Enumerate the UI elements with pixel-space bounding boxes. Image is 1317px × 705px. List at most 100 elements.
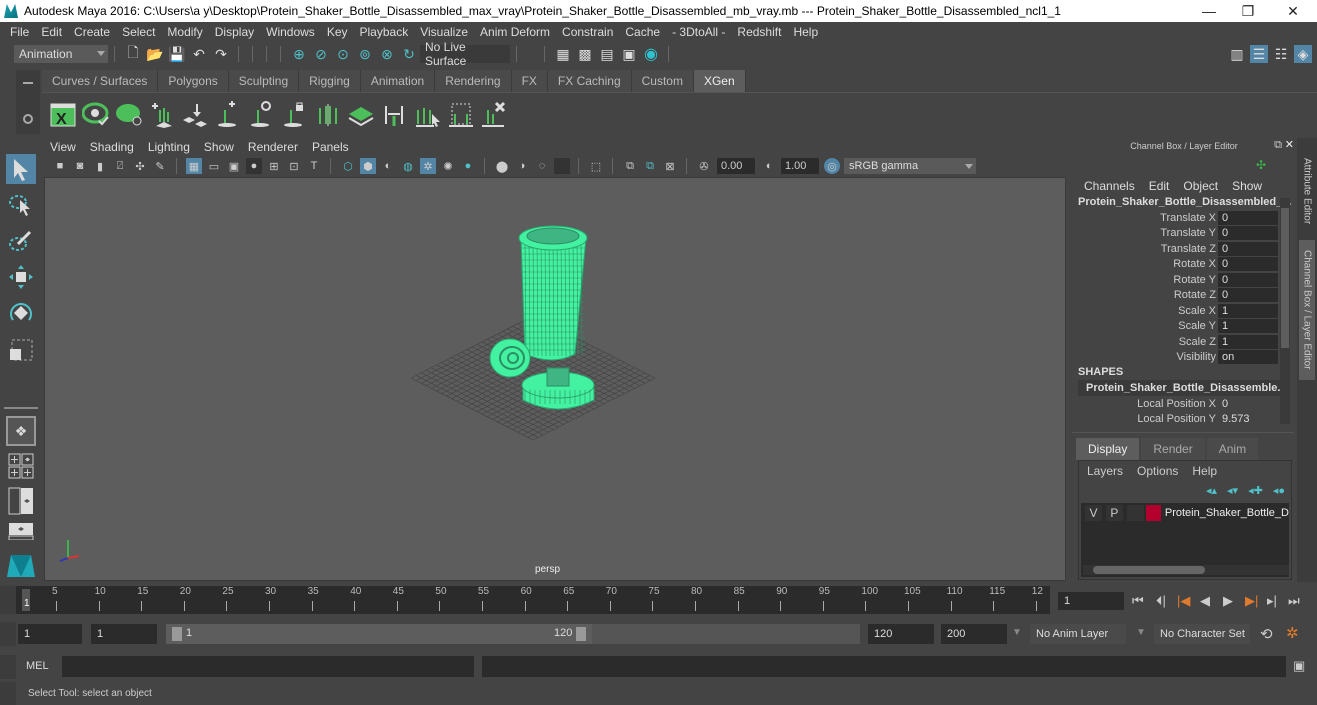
move-layer-up-icon[interactable]: ◂▴ [1206,484,1217,497]
viewport-menu-shading[interactable]: Shading [90,140,134,154]
2d-pan-zoom-icon[interactable]: ✣ [132,158,148,174]
shape-name[interactable]: Protein_Shaker_Bottle_Disassemble... [1078,380,1287,396]
render-current-frame-icon[interactable]: ▩ [576,45,594,63]
layer-menu-help[interactable]: Help [1192,464,1217,478]
animation-preferences-icon[interactable]: ✲ [1286,624,1299,642]
layer-color-swatch[interactable] [1145,505,1161,521]
layer-display-type-toggle[interactable] [1126,505,1144,521]
color-management-icon[interactable]: ◎ [824,158,840,174]
image-plane-icon[interactable]: ⍁ [112,158,128,174]
viewport-persp[interactable]: persp [44,177,1066,581]
render-settings-icon[interactable]: ▣ [620,45,638,63]
attribute-editor-toggle-icon[interactable]: ☰ [1250,45,1268,63]
guide-length-icon[interactable] [378,98,410,130]
undo-icon[interactable]: ↶ [190,45,208,63]
xray-components-icon[interactable]: ⊠ [662,158,678,174]
viewport-menu-show[interactable]: Show [204,140,234,154]
channel-translate-z[interactable]: Translate Z0 [1072,241,1296,257]
delete-guides-icon[interactable] [445,98,477,130]
channel-translate-x[interactable]: Translate X0 [1072,210,1296,226]
wireframe-icon[interactable]: ⬡ [340,158,356,174]
channel-translate-y[interactable]: Translate Y0 [1072,226,1296,242]
script-editor-icon[interactable]: ▣ [1293,658,1305,674]
bookmark-icon[interactable]: ▮ [92,158,108,174]
show-guides-icon[interactable] [246,98,278,130]
field-chart-icon[interactable]: ⊞ [266,158,282,174]
command-input[interactable] [62,656,474,677]
animation-end-field[interactable]: 200 [941,624,1007,644]
maximize-button[interactable]: ❐ [1225,0,1271,22]
channel-box-toggle-icon[interactable]: ◈ [1294,45,1312,63]
character-set-field[interactable]: No Character Set [1154,624,1250,644]
place-guides-icon[interactable] [179,98,211,130]
add-guide-icon[interactable] [213,98,245,130]
shelf-tab-rendering[interactable]: Rendering [435,70,512,92]
menu-file[interactable]: File [4,25,35,39]
channel-value[interactable]: 1 [1218,319,1278,334]
gate-mask-icon[interactable]: ● [246,158,262,174]
new-layer-selected-icon[interactable]: ◂● [1273,484,1285,497]
menu-cache[interactable]: Cache [619,25,666,39]
grid-icon[interactable]: ▦ [186,158,202,174]
shelf-collapse-icon[interactable] [23,82,33,84]
shelf-tab-xgen[interactable]: XGen [693,70,746,92]
lasso-tool-icon[interactable] [6,190,36,220]
paint-select-tool-icon[interactable] [6,226,36,256]
channel-value[interactable]: 0 [1218,257,1278,272]
exposure-field[interactable]: 0.00 [717,158,755,174]
cb-menu-channels[interactable]: Channels [1084,179,1135,193]
object-name[interactable]: Protein_Shaker_Bottle_Disassembled_... [1072,194,1296,210]
patch-icon[interactable] [345,98,377,130]
channel-scale-x[interactable]: Scale X1 [1072,303,1296,319]
redo-icon[interactable]: ↷ [212,45,230,63]
new-layer-icon[interactable]: ◂✚ [1248,484,1263,497]
channel-value[interactable]: 0 [1218,226,1278,241]
menu-modify[interactable]: Modify [161,25,208,39]
two-view-layout-icon[interactable] [6,486,36,516]
command-language-label[interactable]: MEL [26,660,49,672]
channel-rotate-z[interactable]: Rotate Z0 [1072,288,1296,304]
cb-menu-show[interactable]: Show [1232,179,1262,193]
grease-pencil-icon[interactable]: ✎ [152,158,168,174]
float-panel-icon[interactable]: ⧉ [1274,139,1282,152]
grooming-icon[interactable] [312,98,344,130]
remove-guides-icon[interactable] [478,98,510,130]
cb-menu-object[interactable]: Object [1183,179,1218,193]
step-back-frame-icon[interactable]: ⏴| [1156,593,1166,609]
menu-edit[interactable]: Edit [35,25,68,39]
layer-name[interactable]: Protein_Shaker_Bottle_D [1165,507,1289,519]
resolution-gate-icon[interactable]: ▣ [226,158,242,174]
shelf-tab-sculpting[interactable]: Sculpting [228,70,300,92]
step-forward-frame-icon[interactable]: ▸| [1267,593,1277,609]
shadows-icon[interactable]: ● [460,158,476,174]
move-layer-down-icon[interactable]: ◂▾ [1227,484,1238,497]
rotate-tool-icon[interactable] [6,298,36,328]
playback-end-field[interactable]: 120 [868,624,934,644]
viewport-menu-renderer[interactable]: Renderer [248,140,298,154]
layer-visibility-toggle[interactable]: V [1085,505,1102,521]
close-button[interactable]: ✕ [1270,0,1316,22]
snap-live-icon[interactable]: ↻ [400,45,418,63]
channel-rotate-x[interactable]: Rotate X0 [1072,257,1296,273]
open-scene-icon[interactable]: 📂 [146,45,164,63]
channel-value[interactable]: 0 [1218,210,1278,225]
menu-select[interactable]: Select [116,25,161,39]
snap-curve-icon[interactable]: ⊘ [312,45,330,63]
modeling-toolkit-icon[interactable]: ▥ [1228,45,1246,63]
side-tab-channel-box[interactable]: Channel Box / Layer Editor [1299,240,1315,380]
snap-view-plane-icon[interactable]: ⊚ [356,45,374,63]
snap-point-icon[interactable]: ⊙ [334,45,352,63]
save-scene-icon[interactable]: 💾 [168,45,186,63]
channel-value[interactable]: 0 [1218,272,1278,287]
shelf-tab-curves-surfaces[interactable]: Curves / Surfaces [42,70,159,92]
menu-3dtoall[interactable]: - 3DtoAll - [666,25,731,39]
isolate-select-icon[interactable]: ⬚ [588,158,604,174]
playback-start-field[interactable]: 1 [91,624,157,644]
close-panel-icon[interactable]: ✕ [1285,138,1294,151]
safe-title-icon[interactable]: T [306,158,322,174]
viewport-menu-lighting[interactable]: Lighting [148,140,190,154]
range-end-handle[interactable] [576,627,586,641]
channel-value[interactable]: 1 [1218,334,1278,349]
anti-aliasing-icon[interactable]: ◌ [534,158,550,174]
smooth-shade-icon[interactable]: ⬢ [360,158,376,174]
